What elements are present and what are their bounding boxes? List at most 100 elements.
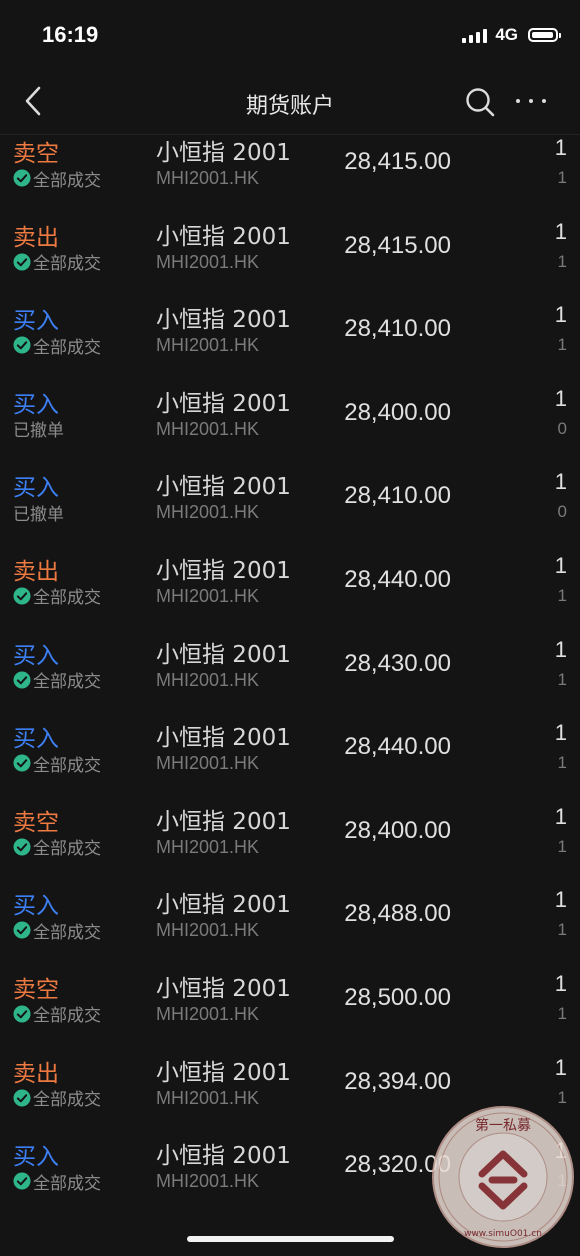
filled-quantity: 0 xyxy=(557,502,567,522)
check-circle-icon xyxy=(13,1172,31,1190)
order-quantity: 1 xyxy=(554,720,567,746)
order-side: 买入 xyxy=(13,893,59,920)
product-code: MHI2001.HK xyxy=(156,920,260,941)
product-name: 小恒指 2001 xyxy=(156,1059,291,1086)
order-quantity: 1 xyxy=(554,970,567,996)
order-quantity: 1 xyxy=(554,1054,567,1080)
order-status-label: 全部成交 xyxy=(33,755,101,776)
product-name: 小恒指 2001 xyxy=(156,808,291,835)
orders-list[interactable]: 卖空 全部成交 小恒指 2001 MHI2001.HK 28,415.00 1 1 卖出 全部成… xyxy=(0,135,580,1200)
search-icon[interactable] xyxy=(464,86,496,118)
order-status-label: 全部成交 xyxy=(33,672,101,693)
order-side: 卖出 xyxy=(13,1060,59,1087)
order-status: 已撤单 xyxy=(13,418,64,442)
product-name: 小恒指 2001 xyxy=(156,1143,291,1170)
more-horizontal-icon[interactable] xyxy=(516,88,546,114)
order-price: 28,488.00 xyxy=(344,900,451,928)
order-price: 28,440.00 xyxy=(344,565,451,593)
product-name: 小恒指 2001 xyxy=(156,140,291,166)
product-code: MHI2001.HK xyxy=(156,502,260,523)
order-quantity: 1 xyxy=(554,636,567,662)
product-name: 小恒指 2001 xyxy=(156,892,291,919)
order-row[interactable]: 买入 全部成交 小恒指 2001 MHI2001.HK 28,430.00 1 1 xyxy=(0,622,580,706)
battery-icon xyxy=(528,28,561,42)
order-row[interactable]: 卖空 全部成交 小恒指 2001 MHI2001.HK 28,500.00 1 1 xyxy=(0,956,580,1040)
order-row[interactable]: 卖出 全部成交 小恒指 2001 MHI2001.HK 28,415.00 1 1 xyxy=(0,204,580,288)
orders-list-inner: 卖空 全部成交 小恒指 2001 MHI2001.HK 28,415.00 1 1 卖出 全部成… xyxy=(0,135,580,1200)
product-name: 小恒指 2001 xyxy=(156,641,291,668)
order-status-label: 已撤单 xyxy=(13,504,64,525)
product-name: 小恒指 2001 xyxy=(156,474,291,501)
order-side: 买入 xyxy=(13,642,59,669)
filled-quantity: 1 xyxy=(557,168,567,187)
product-code: MHI2001.HK xyxy=(156,335,260,356)
order-status-label: 全部成交 xyxy=(33,588,101,609)
filled-quantity: 1 xyxy=(557,920,567,940)
filled-quantity: 1 xyxy=(557,1003,567,1023)
order-row[interactable]: 卖出全部成交 小恒指 2001 MHI2001.HK 28,440.00 1 1 xyxy=(0,538,580,622)
order-quantity: 1 xyxy=(554,552,567,578)
order-row[interactable]: 买入 全部成交 小恒指 2001 MHI2001.HK 28,488.00 1 1 xyxy=(0,872,580,956)
order-status-label: 全部成交 xyxy=(33,337,101,358)
product-code: MHI2001.HK xyxy=(156,1087,260,1108)
filled-quantity: 1 xyxy=(557,335,567,355)
order-price: 28,394.00 xyxy=(344,1067,451,1095)
order-price: 28,400.00 xyxy=(344,398,451,426)
check-circle-icon xyxy=(13,921,31,939)
order-status: 全部成交 xyxy=(13,669,101,693)
order-status: 全部成交 xyxy=(13,1087,101,1111)
product-name: 小恒指 2001 xyxy=(156,725,291,752)
order-price: 28,400.00 xyxy=(344,816,451,844)
order-side: 买入 xyxy=(13,1144,59,1171)
order-row[interactable]: 买入 全部成交 小恒指 2001 MHI2001.HK 28,440.00 1 1 xyxy=(0,705,580,789)
status-bar: 16:19 4G xyxy=(0,0,580,70)
order-row[interactable]: 卖空 全部成交 小恒指 2001 MHI2001.HK 28,400.00 1 1 xyxy=(0,789,580,873)
watermark-text-bottom: www.simuO01.cn xyxy=(464,1229,542,1239)
product-code: MHI2001.HK xyxy=(156,585,260,606)
check-circle-icon xyxy=(13,838,31,856)
order-status-label: 全部成交 xyxy=(33,170,101,191)
order-status: 已撤单 xyxy=(13,501,64,525)
order-status-label: 全部成交 xyxy=(33,1090,101,1111)
network-type: 4G xyxy=(495,25,518,44)
order-status: 全部成交 xyxy=(13,167,101,191)
product-name: 小恒指 2001 xyxy=(156,223,291,250)
order-quantity: 1 xyxy=(554,302,567,328)
order-status: 全部成交 xyxy=(13,836,101,859)
order-row[interactable]: 买入 已撤单 小恒指 2001 MHI2001.HK 28,400.00 1 0 xyxy=(0,371,580,455)
order-status-label: 已撤单 xyxy=(13,421,64,442)
check-circle-icon xyxy=(13,754,31,772)
order-side: 卖空 xyxy=(13,976,59,1003)
order-quantity: 1 xyxy=(554,385,567,411)
order-status: 全部成交 xyxy=(13,752,101,776)
product-code: MHI2001.HK xyxy=(156,1003,260,1024)
product-name: 小恒指 2001 xyxy=(156,975,291,1002)
order-status: 全部成交 xyxy=(13,251,101,274)
order-price: 28,415.00 xyxy=(344,231,451,259)
order-price: 28,440.00 xyxy=(344,733,451,761)
order-status: 全部成交 xyxy=(13,1003,101,1026)
nav-bar: 期货账户 xyxy=(0,70,580,135)
filled-quantity: 1 xyxy=(557,669,567,689)
order-side: 卖出 xyxy=(13,558,59,585)
product-name: 小恒指 2001 xyxy=(156,557,291,584)
filled-quantity: 1 xyxy=(557,753,567,773)
filled-quantity: 1 xyxy=(557,585,567,605)
filled-quantity: 1 xyxy=(557,251,567,271)
order-status: 全部成交 xyxy=(13,585,101,609)
watermark-logo: 第一私募 www.simuO01.cn xyxy=(432,1106,574,1248)
order-row[interactable]: 买入 全部成交 小恒指 2001 MHI2001.HK 28,410.00 1 1 xyxy=(0,287,580,371)
order-status: 全部成交 xyxy=(13,334,101,358)
filled-quantity: 1 xyxy=(557,836,567,856)
order-row[interactable]: 卖空 全部成交 小恒指 2001 MHI2001.HK 28,415.00 1 1 xyxy=(0,135,580,204)
watermark-text-top: 第一私募 xyxy=(475,1117,531,1134)
check-circle-icon xyxy=(13,336,31,354)
product-code: MHI2001.HK xyxy=(156,168,260,188)
order-price: 28,410.00 xyxy=(344,315,451,343)
order-side: 卖空 xyxy=(13,809,59,836)
order-quantity: 1 xyxy=(554,218,567,244)
order-price: 28,415.00 xyxy=(344,148,451,175)
status-indicators: 4G xyxy=(462,24,561,46)
home-indicator[interactable] xyxy=(187,1236,394,1242)
order-row[interactable]: 买入 已撤单 小恒指 2001 MHI2001.HK 28,410.00 1 0 xyxy=(0,454,580,538)
